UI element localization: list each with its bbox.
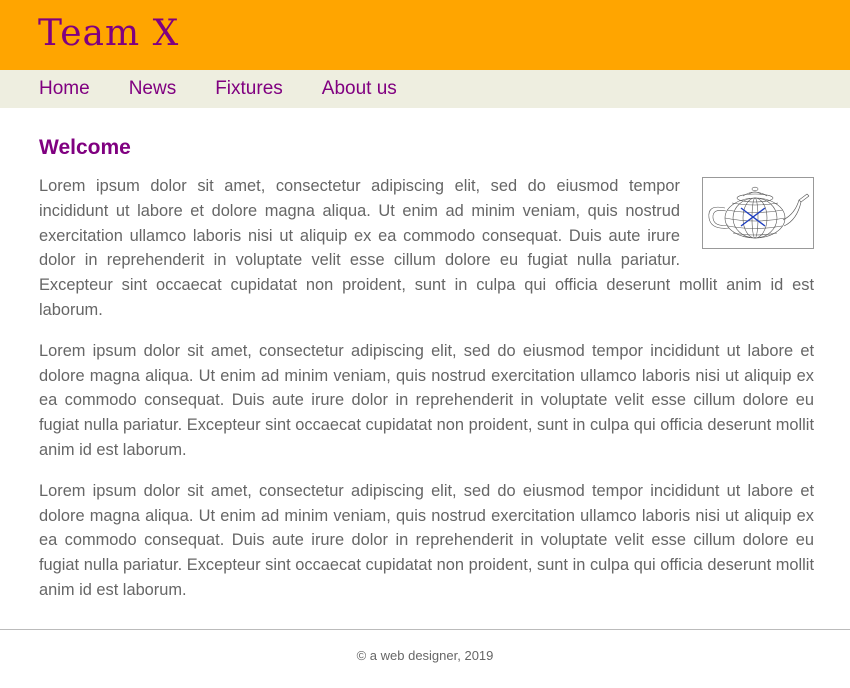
nav-item-about-us[interactable]: About us [322, 70, 397, 108]
teapot-wireframe-icon [708, 186, 810, 239]
main-nav: Home News Fixtures About us [0, 70, 850, 108]
teapot-image [702, 177, 814, 249]
nav-item-fixtures[interactable]: Fixtures [215, 70, 283, 108]
page-title: Welcome [39, 136, 131, 159]
paragraph-2: Lorem ipsum dolor sit amet, consectetur … [39, 341, 814, 459]
paragraph-3: Lorem ipsum dolor sit amet, consectetur … [39, 481, 814, 599]
nav-item-news[interactable]: News [129, 70, 177, 108]
paragraph-1: Lorem ipsum dolor sit amet, consectetur … [39, 174, 814, 323]
main-content: Welcome Lorem ipsum dolor sit amet, cons… [39, 108, 814, 619]
site-footer: © a web designer, 2019 [0, 629, 850, 664]
site-header: Team X [0, 0, 850, 70]
site-logo[interactable]: Team X [38, 8, 179, 60]
nav-item-home[interactable]: Home [39, 70, 90, 108]
paragraph-1-text: Lorem ipsum dolor sit amet, consectetur … [39, 177, 814, 319]
footer-copyright: © a web designer, 2019 [356, 648, 494, 663]
